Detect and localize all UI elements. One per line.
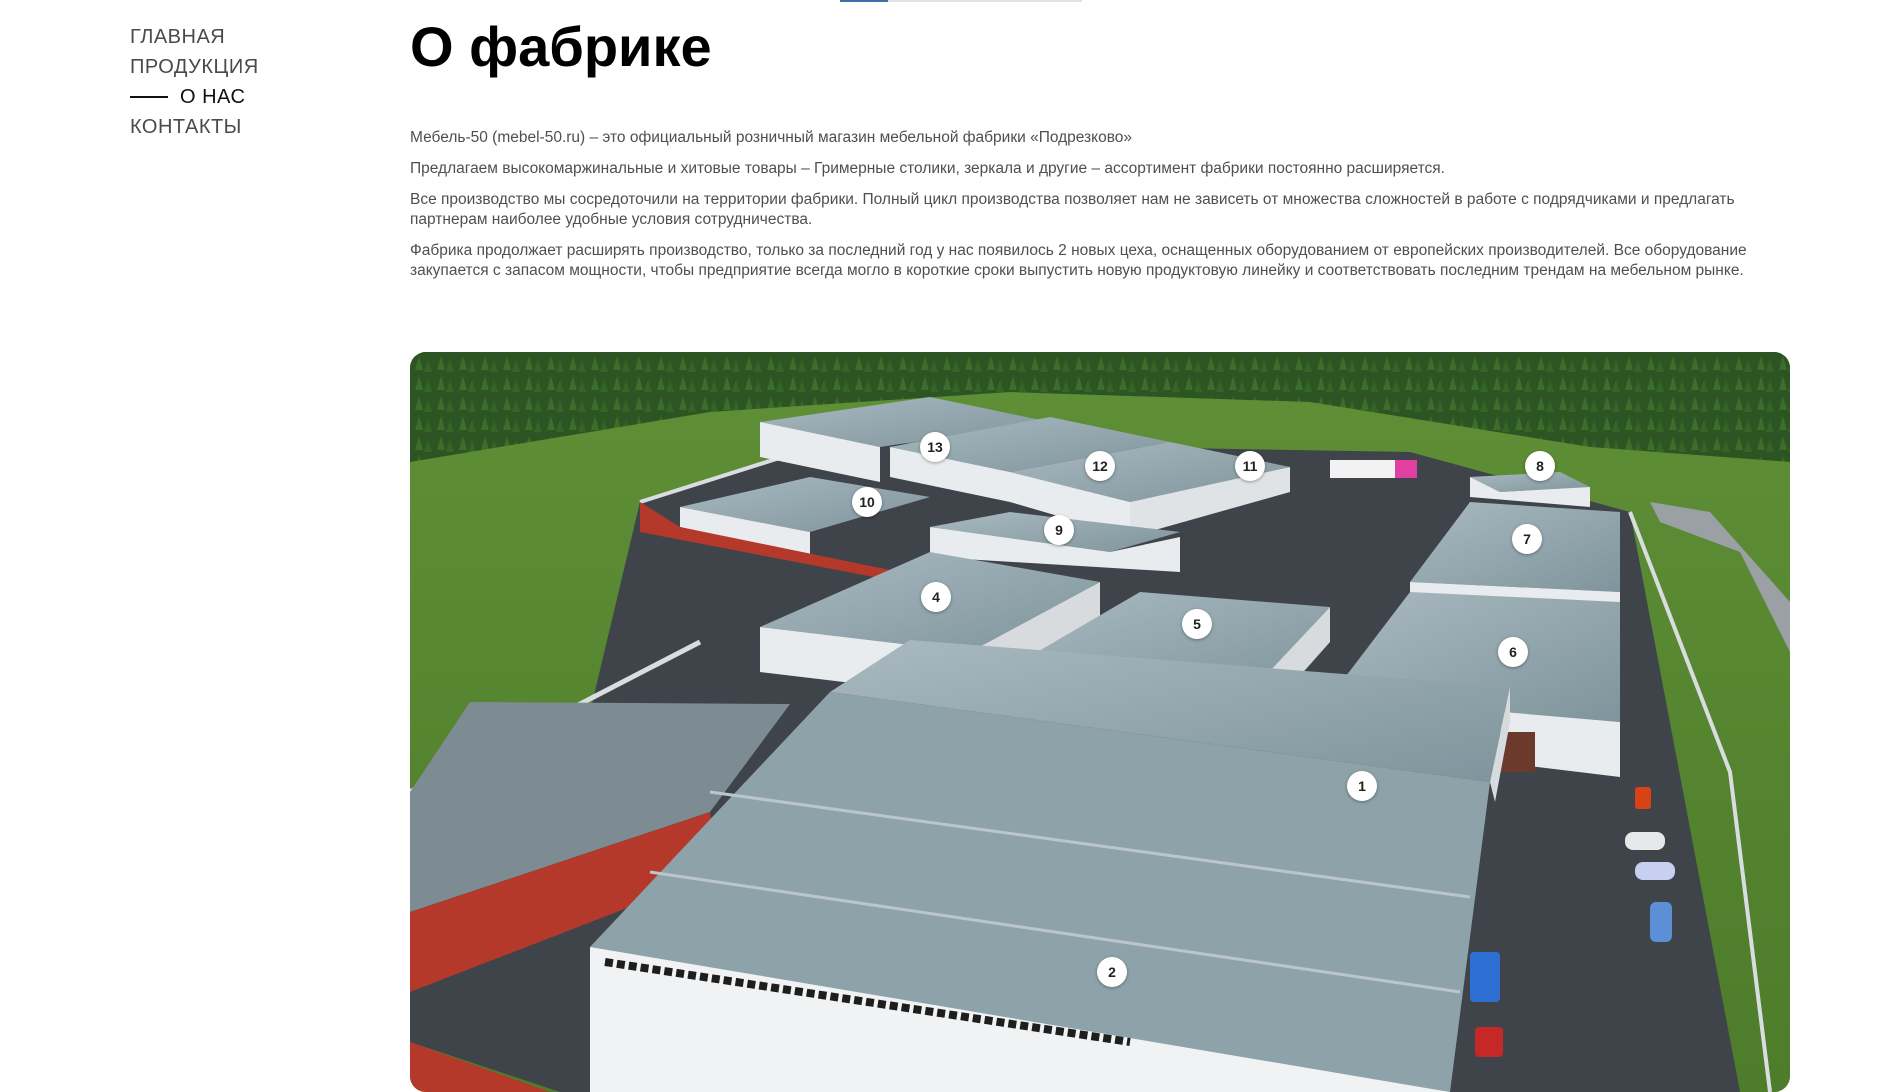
about-text: Мебель-50 (mebel-50.ru) – это официальны… — [410, 128, 1790, 292]
nav-item-products[interactable]: ПРОДУКЦИЯ — [130, 52, 259, 82]
scroll-indicator — [840, 0, 1082, 2]
paragraph: Мебель-50 (mebel-50.ru) – это официальны… — [410, 129, 1133, 146]
scroll-indicator-active — [840, 0, 888, 2]
map-marker[interactable]: 10 — [852, 487, 882, 517]
page-title: О фабрике — [410, 15, 712, 78]
nav-item-home[interactable]: ГЛАВНАЯ — [130, 22, 259, 52]
map-marker[interactable]: 9 — [1044, 515, 1074, 545]
factory-illustration: 1 2 4 5 6 7 8 9 10 11 12 13 — [410, 352, 1790, 1092]
nav-item-contacts[interactable]: КОНТАКТЫ — [130, 112, 259, 142]
map-marker[interactable]: 13 — [920, 432, 950, 462]
map-marker[interactable]: 11 — [1235, 451, 1265, 481]
map-marker[interactable]: 2 — [1097, 957, 1127, 987]
nav-item-about[interactable]: О НАС — [130, 82, 259, 112]
paragraph: Все производство мы сосредоточили на тер… — [410, 191, 1735, 228]
map-marker[interactable]: 5 — [1182, 609, 1212, 639]
active-indicator-line — [130, 96, 168, 98]
paragraph: Фабрика продолжает расширять производств… — [410, 242, 1747, 279]
map-marker[interactable]: 7 — [1512, 524, 1542, 554]
map-marker[interactable]: 1 — [1347, 771, 1377, 801]
nav-item-label: ПРОДУКЦИЯ — [130, 55, 259, 78]
map-marker[interactable]: 8 — [1525, 451, 1555, 481]
nav-item-label: ГЛАВНАЯ — [130, 25, 226, 48]
map-marker[interactable]: 6 — [1498, 637, 1528, 667]
map-marker[interactable]: 4 — [921, 582, 951, 612]
map-marker[interactable]: 12 — [1085, 451, 1115, 481]
nav-item-label: О НАС — [180, 85, 246, 108]
nav-item-label: КОНТАКТЫ — [130, 115, 242, 138]
paragraph: Предлагаем высокомаржинальные и хитовые … — [410, 160, 1445, 177]
main-nav: ГЛАВНАЯ ПРОДУКЦИЯ О НАС КОНТАКТЫ — [130, 22, 259, 142]
